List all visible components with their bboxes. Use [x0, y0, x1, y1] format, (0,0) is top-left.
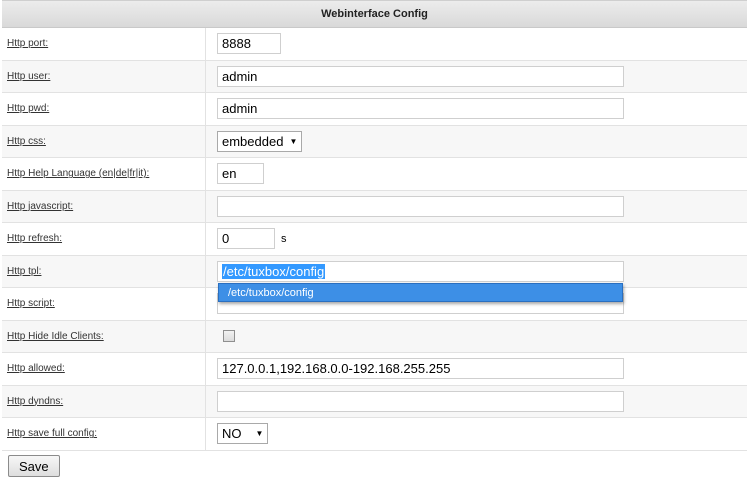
http-tpl-label[interactable]: Http tpl: — [7, 266, 41, 277]
http-pwd-label[interactable]: Http pwd: — [7, 103, 49, 114]
row-http-javascript: Http javascript: — [2, 190, 747, 223]
http-hide-idle-clients-checkbox[interactable] — [223, 330, 235, 343]
http-save-full-config-label[interactable]: Http save full config: — [7, 428, 97, 439]
refresh-unit: s — [281, 232, 287, 245]
http-css-select[interactable]: embedded ▼ — [217, 130, 303, 152]
row-http-dyndns: Http dyndns: — [2, 385, 747, 418]
http-hide-idle-clients-label[interactable]: Http Hide Idle Clients: — [7, 331, 104, 342]
row-http-css: Http css: embedded ▼ — [2, 125, 747, 158]
chevron-down-icon: ▼ — [289, 136, 298, 146]
http-user-label[interactable]: Http user: — [7, 71, 50, 82]
http-script-label[interactable]: Http script: — [7, 298, 55, 309]
row-http-port: Http port: 8888 — [2, 28, 747, 61]
http-tpl-selected-value: /etc/tuxbox/config — [222, 263, 326, 279]
row-http-pwd: Http pwd: admin — [2, 93, 747, 126]
tpl-autocomplete-suggestion[interactable]: /etc/tuxbox/config — [218, 283, 623, 302]
http-javascript-input[interactable] — [217, 195, 624, 217]
http-javascript-label[interactable]: Http javascript: — [7, 201, 73, 212]
save-button[interactable]: Save — [8, 455, 60, 477]
http-tpl-input[interactable]: /etc/tuxbox/config — [217, 260, 624, 282]
http-allowed-label[interactable]: Http allowed: — [7, 363, 65, 374]
http-dyndns-input[interactable] — [217, 390, 624, 412]
row-http-help-language: Http Help Language (en|de|fr|it): en — [2, 158, 747, 191]
row-http-hide-idle-clients: Http Hide Idle Clients: — [2, 320, 747, 353]
http-css-value: embedded — [222, 133, 284, 149]
http-dyndns-label[interactable]: Http dyndns: — [7, 396, 63, 407]
http-port-input[interactable]: 8888 — [217, 33, 281, 55]
http-refresh-input[interactable]: 0 — [217, 228, 275, 250]
http-help-language-input[interactable]: en — [217, 163, 264, 185]
config-panel: Webinterface Config Http port: 8888 Http… — [2, 0, 747, 451]
http-save-full-config-value: NO — [222, 426, 242, 442]
http-refresh-label[interactable]: Http refresh: — [7, 233, 62, 244]
http-allowed-input[interactable]: 127.0.0.1,192.168.0.0-192.168.255.255 — [217, 358, 624, 380]
http-save-full-config-select[interactable]: NO ▼ — [217, 423, 269, 445]
save-bar: Save — [8, 455, 60, 477]
row-http-refresh: Http refresh: 0 s — [2, 223, 747, 256]
row-http-save-full-config: Http save full config: NO ▼ — [2, 418, 747, 451]
row-http-allowed: Http allowed: 127.0.0.1,192.168.0.0-192.… — [2, 353, 747, 386]
panel-title: Webinterface Config — [2, 0, 747, 28]
http-port-label[interactable]: Http port: — [7, 38, 48, 49]
http-user-input[interactable]: admin — [217, 65, 624, 87]
http-help-language-label[interactable]: Http Help Language (en|de|fr|it): — [7, 168, 149, 179]
chevron-down-icon: ▼ — [255, 429, 264, 439]
http-css-label[interactable]: Http css: — [7, 136, 46, 147]
http-pwd-input[interactable]: admin — [217, 98, 624, 120]
row-http-user: Http user: admin — [2, 60, 747, 93]
config-rows: Http port: 8888 Http user: admin Http pw… — [2, 28, 747, 451]
